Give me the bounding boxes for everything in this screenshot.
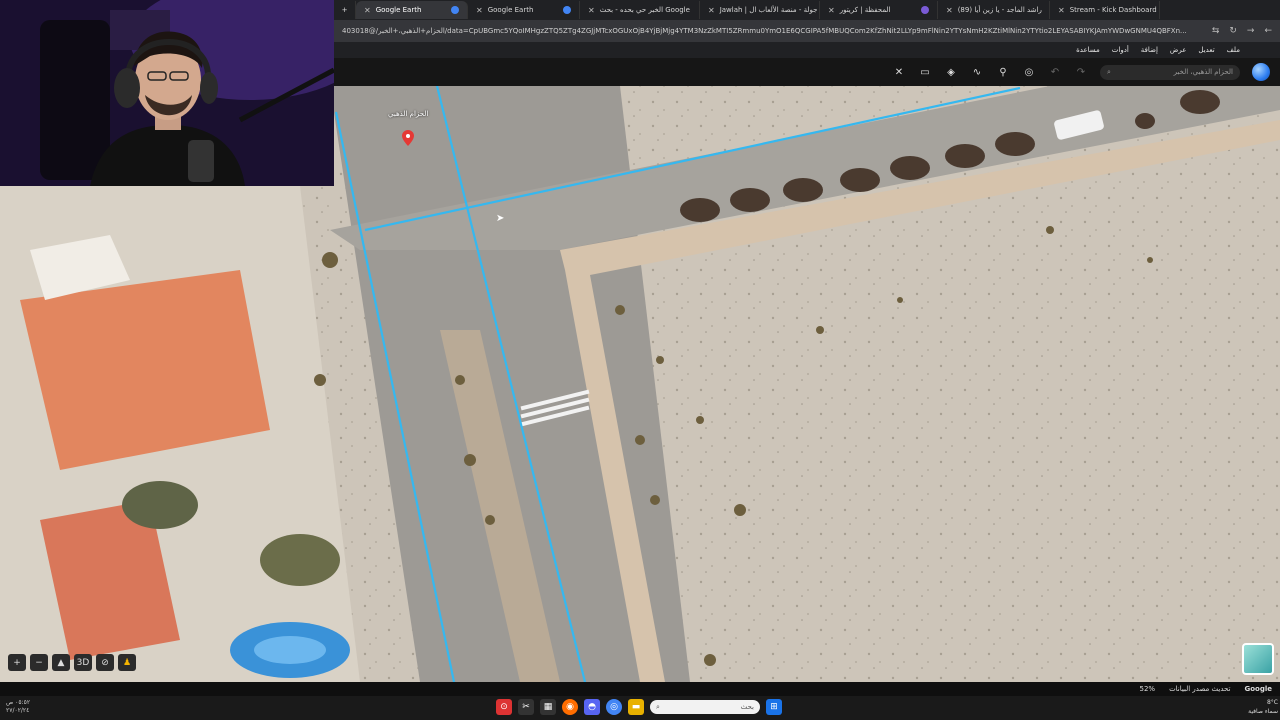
file-explorer-icon[interactable]: ▬ xyxy=(628,699,644,715)
app-icon-red[interactable]: ⊙ xyxy=(496,699,512,715)
menu-edit[interactable]: تعديل xyxy=(1198,46,1214,54)
tab-kick-dashboard[interactable]: ✕ Stream - Kick Dashboard xyxy=(1050,1,1160,19)
close-tab-icon[interactable]: ✕ xyxy=(588,6,595,15)
new-tab-label: + xyxy=(341,6,348,14)
reload-icon[interactable]: ↻ xyxy=(1229,26,1237,36)
map-style-thumbnail[interactable] xyxy=(1242,643,1274,675)
path-icon[interactable]: ∿ xyxy=(970,67,984,78)
menu-tools[interactable]: أدوات xyxy=(1112,46,1129,54)
tab-title: (89) راشد الماجد - يا زين أيا xyxy=(957,6,1042,14)
address-bar[interactable]: 403018@/الحزام+الذهبي،+الخبر/data=CpUBGm… xyxy=(334,20,1280,42)
weather-desc: سماء صافية xyxy=(1248,708,1278,715)
zoom-in-button[interactable]: + xyxy=(8,654,26,671)
webcam-overlay xyxy=(0,0,334,186)
layers-icon[interactable]: ◈ xyxy=(944,67,958,78)
search-icon: ⌕ xyxy=(1107,67,1111,76)
close-tab-icon[interactable]: ✕ xyxy=(828,6,835,15)
new-tab-button[interactable]: + xyxy=(334,1,356,19)
zoom-out-label: − xyxy=(35,657,43,668)
tab-title: الخبر حي بحده - بحث Google xyxy=(599,6,690,14)
placemark-pin-icon[interactable] xyxy=(402,130,414,146)
weather-temp: 8°C xyxy=(1266,699,1278,706)
tab-title: Jawlah | جولة - منصة الألعاب ال xyxy=(719,6,818,14)
tab-google-earth-2[interactable]: ✕ Google Earth xyxy=(468,1,580,19)
extensions-icon[interactable]: ⇆ xyxy=(1212,26,1220,36)
google-earth-favicon-icon xyxy=(563,6,571,14)
status-percent: 52% xyxy=(1139,685,1156,693)
tab-google-earth-1[interactable]: ✕ Google Earth xyxy=(356,1,468,19)
close-tab-icon[interactable]: ✕ xyxy=(364,6,371,15)
close-tab-icon[interactable]: ✕ xyxy=(1058,6,1065,15)
streamer-webcam-image xyxy=(0,0,334,186)
earth-status-bar: 52% تحديث مصدر البيانات Google xyxy=(0,682,1280,696)
ruler-icon[interactable]: ▭ xyxy=(918,67,932,78)
forward-icon[interactable]: → xyxy=(1247,26,1255,36)
taskbar-apps: ⊙ ✂ ▦ ◉ ◓ ◎ ▬ ⌕ بحث ⊞ xyxy=(496,699,782,715)
earth-search-input[interactable]: ⌕ الحزام الذهبي، الخبر xyxy=(1100,64,1240,80)
menu-help[interactable]: مساعدة xyxy=(1076,46,1100,54)
windows-start-icon[interactable]: ⊞ xyxy=(766,699,782,715)
google-earth-toolbar: ✕ ▭ ◈ ∿ ⚲ ◎ ↶ ↷ ⌕ الحزام الذهبي، الخبر xyxy=(334,58,1280,86)
chrome-icon[interactable]: ◎ xyxy=(606,699,622,715)
back-icon[interactable]: ← xyxy=(1264,26,1272,36)
toggle-3d-button[interactable]: 3D xyxy=(74,654,92,671)
url-text[interactable]: 403018@/الحزام+الذهبي،+الخبر/data=CpUBGm… xyxy=(342,27,1202,35)
tab-title: المحفظة | كريتور xyxy=(839,6,891,14)
hide-button[interactable]: ⊘ xyxy=(96,654,114,671)
screen-root: { "browser": { "tabs": [ {"title": "Goog… xyxy=(0,0,1280,720)
compass-icon: ▲ xyxy=(57,657,65,668)
windows-taskbar: ٠٥:٥٢ ص ٢٧/٠٢/٢٤ ⊙ ✂ ▦ ◉ ◓ ◎ ▬ ⌕ بحث ⊞ 8… xyxy=(0,696,1280,720)
google-earth-globe-icon[interactable] xyxy=(1252,63,1270,81)
menu-add[interactable]: إضافة xyxy=(1141,46,1158,54)
map-navigation-controls: + − ▲ 3D ⊘ ♟ xyxy=(8,654,136,671)
tab-google-search[interactable]: ✕ الخبر حي بحده - بحث Google xyxy=(580,1,700,19)
taskbar-date: ٢٧/٠٢/٢٤ xyxy=(6,707,30,714)
zoom-in-label: + xyxy=(13,657,21,668)
measure-cross-icon[interactable]: ✕ xyxy=(892,67,906,78)
placemark-icon[interactable]: ⚲ xyxy=(996,67,1010,78)
wallet-favicon-icon xyxy=(921,6,929,14)
history-icon[interactable]: ◎ xyxy=(1022,67,1036,78)
tab-wallet[interactable]: ✕ المحفظة | كريتور xyxy=(820,1,938,19)
redo-icon[interactable]: ↷ xyxy=(1074,67,1088,78)
close-tab-icon[interactable]: ✕ xyxy=(708,6,715,15)
hide-icon: ⊘ xyxy=(101,657,109,668)
google-logo: Google xyxy=(1244,685,1272,693)
taskbar-search-placeholder: بحث xyxy=(740,703,754,711)
menu-file[interactable]: ملف xyxy=(1227,46,1240,54)
taskbar-search-input[interactable]: ⌕ بحث xyxy=(650,700,760,714)
pegman-icon: ♟ xyxy=(122,657,132,668)
compass-button[interactable]: ▲ xyxy=(52,654,70,671)
search-icon: ⌕ xyxy=(656,702,660,711)
zoom-out-button[interactable]: − xyxy=(30,654,48,671)
browser-tab-strip: + ✕ Google Earth ✕ Google Earth ✕ الخبر … xyxy=(334,0,1280,20)
tab-jawlah[interactable]: ✕ Jawlah | جولة - منصة الألعاب ال xyxy=(700,1,820,19)
snipping-icon[interactable]: ✂ xyxy=(518,699,534,715)
tab-title: Google Earth xyxy=(375,6,422,14)
tab-youtube[interactable]: ✕ (89) راشد الماجد - يا زين أيا xyxy=(938,1,1050,19)
undo-icon[interactable]: ↶ xyxy=(1048,67,1062,78)
mouse-cursor-icon: ➤ xyxy=(496,213,505,224)
google-earth-favicon-icon xyxy=(451,6,459,14)
menu-view[interactable]: عرض xyxy=(1170,46,1187,54)
google-earth-menu-bar: مساعدة أدوات إضافة عرض تعديل ملف xyxy=(334,42,1280,58)
tab-title: Google Earth xyxy=(487,6,534,14)
taskbar-time: ٠٥:٥٢ ص xyxy=(6,699,31,706)
weather-widget[interactable]: 8°C سماء صافية xyxy=(1222,698,1278,716)
tab-title: Stream - Kick Dashboard xyxy=(1069,6,1157,14)
taskbar-clock[interactable]: ٠٥:٥٢ ص ٢٧/٠٢/٢٤ xyxy=(6,699,30,715)
search-query: الحزام الذهبي، الخبر xyxy=(1173,68,1233,76)
discord-icon[interactable]: ◓ xyxy=(584,699,600,715)
firefox-icon[interactable]: ◉ xyxy=(562,699,578,715)
browser-nav-controls: ⇆ ↻ → ← xyxy=(1212,26,1272,36)
calendar-icon[interactable]: ▦ xyxy=(540,699,556,715)
street-view-button[interactable]: ♟ xyxy=(118,654,136,671)
data-update-link[interactable]: تحديث مصدر البيانات xyxy=(1169,685,1230,693)
toggle-3d-label: 3D xyxy=(76,657,90,668)
close-tab-icon[interactable]: ✕ xyxy=(946,6,953,15)
close-tab-icon[interactable]: ✕ xyxy=(476,6,483,15)
placemark-label[interactable]: الحزام الذهبي xyxy=(388,110,428,118)
